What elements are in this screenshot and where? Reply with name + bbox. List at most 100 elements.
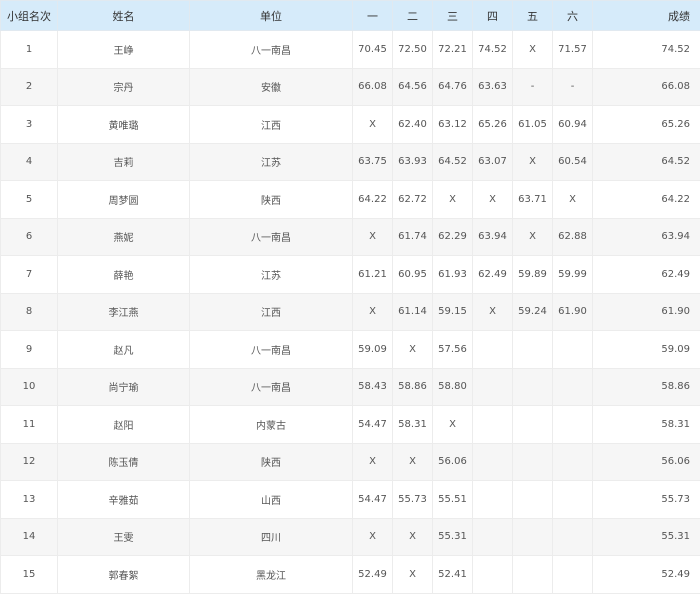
- score-cell: 52.49: [593, 556, 700, 594]
- attempt-3-cell: 56.06: [433, 443, 473, 481]
- attempt-6-cell: [553, 556, 593, 594]
- rank-cell: 5: [1, 181, 58, 219]
- attempt-1-cell: X: [353, 293, 393, 331]
- attempt-5-cell: X: [513, 218, 553, 256]
- name-cell: 陈玉倩: [58, 443, 190, 481]
- table-row: 11赵阳内蒙古54.4758.31X58.31: [1, 406, 700, 444]
- attempt-5-cell: [513, 331, 553, 369]
- unit-cell: 江西: [190, 106, 353, 144]
- attempt-1-cell: 59.09: [353, 331, 393, 369]
- attempt-6-cell: 59.99: [553, 256, 593, 294]
- table-body: 1王峥八一南昌70.4572.5072.2174.52X71.5774.522宗…: [1, 31, 700, 594]
- rank-cell: 11: [1, 406, 58, 444]
- table-row: 10尚宁瑜八一南昌58.4358.8658.8058.86: [1, 368, 700, 406]
- attempt-4-cell: [473, 481, 513, 519]
- attempt-3-cell: 64.76: [433, 68, 473, 106]
- header-unit: 单位: [190, 1, 353, 31]
- attempt-4-cell: 65.26: [473, 106, 513, 144]
- attempt-6-cell: 60.94: [553, 106, 593, 144]
- attempt-6-cell: [553, 368, 593, 406]
- header-row: 小组名次 姓名 单位 一 二 三 四 五 六 成绩: [1, 1, 700, 31]
- rank-cell: 7: [1, 256, 58, 294]
- attempt-5-cell: [513, 481, 553, 519]
- score-cell: 55.73: [593, 481, 700, 519]
- attempt-1-cell: 66.08: [353, 68, 393, 106]
- attempt-5-cell: [513, 518, 553, 556]
- unit-cell: 内蒙古: [190, 406, 353, 444]
- score-cell: 66.08: [593, 68, 700, 106]
- table-row: 5周梦圆陕西64.2262.72XX63.71X64.22: [1, 181, 700, 219]
- attempt-4-cell: [473, 556, 513, 594]
- unit-cell: 山西: [190, 481, 353, 519]
- attempt-1-cell: X: [353, 443, 393, 481]
- score-cell: 59.09: [593, 331, 700, 369]
- attempt-1-cell: X: [353, 518, 393, 556]
- table-row: 4吉莉江苏63.7563.9364.5263.07X60.5464.52: [1, 143, 700, 181]
- table-row: 7薛艳江苏61.2160.9561.9362.4959.8959.9962.49: [1, 256, 700, 294]
- name-cell: 王雯: [58, 518, 190, 556]
- attempt-4-cell: 63.07: [473, 143, 513, 181]
- name-cell: 薛艳: [58, 256, 190, 294]
- rank-cell: 14: [1, 518, 58, 556]
- attempt-6-cell: 61.90: [553, 293, 593, 331]
- header-attempt-1: 一: [353, 1, 393, 31]
- unit-cell: 四川: [190, 518, 353, 556]
- unit-cell: 八一南昌: [190, 331, 353, 369]
- attempt-5-cell: 61.05: [513, 106, 553, 144]
- score-cell: 62.49: [593, 256, 700, 294]
- attempt-1-cell: 52.49: [353, 556, 393, 594]
- unit-cell: 八一南昌: [190, 218, 353, 256]
- unit-cell: 陕西: [190, 443, 353, 481]
- table-row: 2宗丹安徽66.0864.5664.7663.63--66.08: [1, 68, 700, 106]
- score-cell: 74.52: [593, 31, 700, 69]
- attempt-2-cell: X: [393, 331, 433, 369]
- attempt-5-cell: [513, 406, 553, 444]
- unit-cell: 八一南昌: [190, 31, 353, 69]
- rank-cell: 12: [1, 443, 58, 481]
- attempt-4-cell: X: [473, 293, 513, 331]
- attempt-5-cell: X: [513, 143, 553, 181]
- table-row: 3黄唯璐江西X62.4063.1265.2661.0560.9465.26: [1, 106, 700, 144]
- attempt-1-cell: X: [353, 106, 393, 144]
- attempt-2-cell: 63.93: [393, 143, 433, 181]
- attempt-3-cell: 72.21: [433, 31, 473, 69]
- attempt-3-cell: 57.56: [433, 331, 473, 369]
- attempt-2-cell: X: [393, 556, 433, 594]
- score-cell: 58.86: [593, 368, 700, 406]
- attempt-5-cell: 63.71: [513, 181, 553, 219]
- attempt-1-cell: X: [353, 218, 393, 256]
- name-cell: 吉莉: [58, 143, 190, 181]
- name-cell: 宗丹: [58, 68, 190, 106]
- attempt-3-cell: 63.12: [433, 106, 473, 144]
- attempt-4-cell: 62.49: [473, 256, 513, 294]
- name-cell: 燕妮: [58, 218, 190, 256]
- name-cell: 周梦圆: [58, 181, 190, 219]
- table-row: 14王雯四川XX55.3155.31: [1, 518, 700, 556]
- attempt-5-cell: [513, 556, 553, 594]
- unit-cell: 江苏: [190, 143, 353, 181]
- results-table: 小组名次 姓名 单位 一 二 三 四 五 六 成绩 1王峥八一南昌70.4572…: [0, 0, 700, 594]
- header-rank: 小组名次: [1, 1, 58, 31]
- attempt-3-cell: 52.41: [433, 556, 473, 594]
- attempt-6-cell: -: [553, 68, 593, 106]
- attempt-2-cell: 55.73: [393, 481, 433, 519]
- attempt-3-cell: X: [433, 181, 473, 219]
- header-attempt-6: 六: [553, 1, 593, 31]
- attempt-3-cell: 58.80: [433, 368, 473, 406]
- header-attempt-2: 二: [393, 1, 433, 31]
- attempt-5-cell: 59.24: [513, 293, 553, 331]
- attempt-4-cell: [473, 518, 513, 556]
- unit-cell: 江苏: [190, 256, 353, 294]
- rank-cell: 15: [1, 556, 58, 594]
- attempt-6-cell: [553, 331, 593, 369]
- unit-cell: 黑龙江: [190, 556, 353, 594]
- score-cell: 55.31: [593, 518, 700, 556]
- attempt-2-cell: 62.72: [393, 181, 433, 219]
- table-row: 9赵凡八一南昌59.09X57.5659.09: [1, 331, 700, 369]
- attempt-1-cell: 58.43: [353, 368, 393, 406]
- rank-cell: 8: [1, 293, 58, 331]
- score-cell: 64.22: [593, 181, 700, 219]
- rank-cell: 9: [1, 331, 58, 369]
- attempt-1-cell: 54.47: [353, 481, 393, 519]
- attempt-2-cell: X: [393, 443, 433, 481]
